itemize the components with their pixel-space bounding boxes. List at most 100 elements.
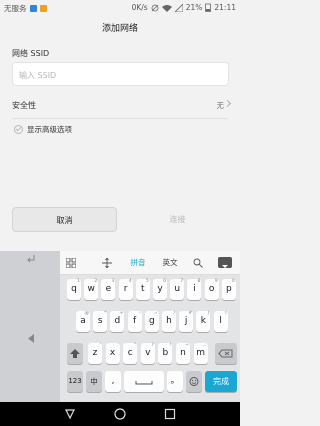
key-x[interactable]: :x	[105, 343, 120, 364]
arrow-left-icon[interactable]	[28, 334, 35, 343]
key-hint: -	[138, 311, 141, 316]
key-hint: 6	[163, 279, 166, 284]
advanced-options-toggle[interactable]: 显示高级选项	[14, 124, 72, 135]
mute-icon	[151, 4, 159, 11]
key-hint: "	[134, 343, 137, 348]
key-i[interactable]: 8i	[187, 279, 202, 300]
key-label: y	[157, 284, 163, 294]
advanced-options-label: 显示高级选项	[27, 125, 72, 134]
enter-icon[interactable]	[26, 254, 36, 264]
pinyin-mode[interactable]: 拼音	[126, 251, 150, 275]
hide-keyboard-icon[interactable]	[218, 257, 232, 268]
key-a[interactable]: @ a	[76, 311, 90, 332]
key-label: s	[97, 316, 103, 326]
key-label: j	[184, 316, 188, 326]
security-value: 无	[216, 101, 225, 110]
period-key[interactable]: 。	[167, 371, 183, 392]
grid-icon[interactable]	[66, 258, 76, 268]
backspace-key[interactable]	[215, 343, 237, 364]
home-icon[interactable]	[114, 408, 126, 420]
key-y[interactable]: 6y	[153, 279, 167, 300]
key-u[interactable]: 7u	[170, 279, 185, 300]
key-b[interactable]: ! b	[158, 343, 173, 364]
key-n[interactable]: ~ n	[176, 343, 190, 364]
key-v[interactable]: ? v	[140, 343, 155, 364]
carrier-text: 无服务	[4, 4, 27, 13]
emoji-key[interactable]	[186, 371, 202, 392]
connect-button[interactable]: 连接	[126, 207, 229, 232]
key-g[interactable]: = g	[144, 311, 159, 332]
key-c[interactable]: " c	[123, 343, 138, 364]
key-label: h	[166, 316, 172, 326]
key-s[interactable]: * s	[93, 311, 108, 332]
battery-icon	[205, 3, 212, 12]
key-label: f	[133, 316, 137, 326]
ssid-label: 网络 SSID	[12, 49, 50, 58]
key-hint: #	[188, 311, 193, 316]
keyboard-side-panel	[0, 251, 60, 402]
numbers-key[interactable]: 123	[67, 371, 83, 392]
key-hint: 9	[214, 279, 218, 284]
key-e[interactable]: 3e	[101, 279, 116, 300]
key-label: z	[92, 348, 98, 358]
key-hint: @	[84, 311, 90, 316]
key-r[interactable]: 4r	[118, 279, 133, 300]
key-label: k	[200, 316, 206, 326]
key-hint: !	[169, 343, 172, 348]
key-o[interactable]: 9o	[204, 279, 219, 300]
key-label: u	[174, 284, 181, 294]
key-label: l	[219, 316, 222, 326]
search-icon[interactable]	[193, 258, 203, 268]
key-z[interactable]: ' z	[88, 343, 102, 364]
key-t[interactable]: 5t	[135, 279, 150, 300]
key-p[interactable]: 0p	[221, 279, 236, 300]
key-d[interactable]: + d	[110, 311, 125, 332]
space-key[interactable]	[124, 371, 164, 392]
key-label: b	[162, 348, 169, 358]
key-label: m	[196, 348, 205, 358]
status-bar: 无服务 0K/s 21% 21:11	[0, 0, 240, 16]
key-label: r	[123, 284, 128, 294]
key-label: n	[180, 348, 186, 358]
recents-icon[interactable]	[164, 408, 176, 420]
key-k[interactable]: (k	[196, 311, 211, 332]
time-text: 21:11	[214, 3, 236, 12]
ssid-input[interactable]	[13, 64, 228, 87]
key-label: w	[87, 284, 95, 294]
key-hint: 4	[128, 279, 132, 284]
cursor-move-icon[interactable]	[102, 258, 112, 268]
checkbox-icon[interactable]	[14, 125, 23, 134]
key-label: g	[148, 316, 155, 326]
keyboard-toolbar: 拼音 英文	[60, 251, 240, 275]
key-j[interactable]: # j	[179, 311, 194, 332]
key-m[interactable]: … m	[193, 343, 208, 364]
key-hint: 8	[197, 279, 201, 284]
security-label: 安全性	[12, 101, 36, 110]
key-label: q	[71, 284, 77, 294]
key-label: t	[141, 284, 145, 294]
sim-icon	[29, 5, 37, 12]
done-key[interactable]: 完成	[205, 371, 237, 392]
shift-key[interactable]	[67, 343, 83, 364]
comma-key[interactable]: ,	[105, 371, 121, 392]
english-mode[interactable]: 英文	[160, 251, 180, 275]
key-hint: )	[224, 311, 227, 316]
key-w[interactable]: 2w	[84, 279, 99, 300]
back-icon[interactable]	[64, 408, 76, 420]
key-label: i	[193, 284, 196, 294]
key-q[interactable]: 1q	[67, 279, 81, 300]
language-key[interactable]: 中	[86, 371, 102, 392]
key-hint: +	[119, 311, 124, 316]
key-l[interactable]: ) l	[213, 311, 228, 332]
key-label: x	[109, 348, 116, 358]
ssid-field[interactable]	[12, 62, 229, 87]
security-row[interactable]: 安全性 无	[0, 93, 240, 117]
key-hint: 2	[94, 279, 98, 284]
key-hint: 3	[111, 279, 115, 284]
key-h[interactable]: / h	[162, 311, 176, 332]
navigation-bar	[0, 402, 240, 426]
key-f[interactable]: -f	[127, 311, 142, 332]
cancel-button[interactable]: 取消	[12, 207, 117, 232]
key-hint: ~	[185, 343, 189, 348]
key-hint: =	[154, 311, 158, 316]
